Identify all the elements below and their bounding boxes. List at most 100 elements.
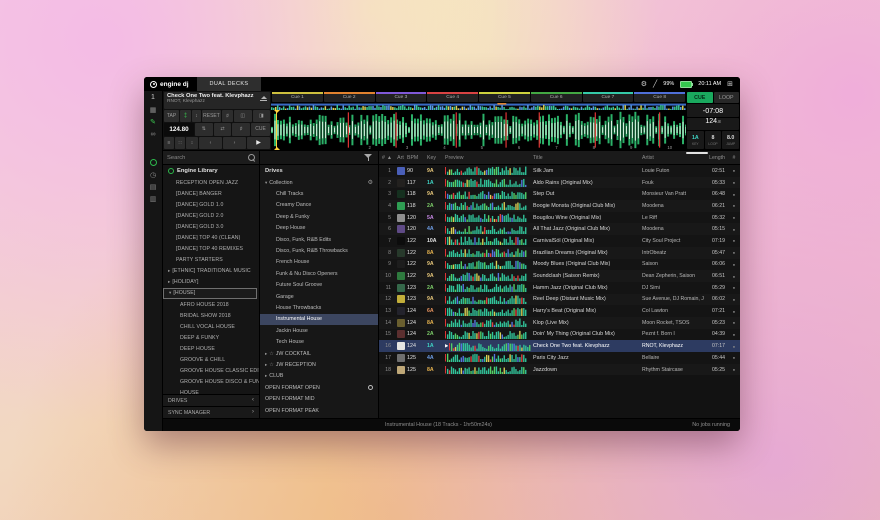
sidebar-item[interactable]: [DANCE] GOLD 2.0 xyxy=(163,210,259,221)
table-row[interactable]: 151242ADoin' My Thing (Original Club Mix… xyxy=(379,329,740,341)
sidebar-item[interactable]: [DANCE] GOLD 1.0 xyxy=(163,199,259,210)
drives-item[interactable]: ▸CLUB xyxy=(260,371,378,382)
sidebar-item[interactable]: GROOVE HOUSE CLASSIC EDITS xyxy=(163,366,259,377)
sidebar-item[interactable]: ▸[HOLIDAY] xyxy=(163,277,259,288)
track-preview[interactable] xyxy=(445,200,533,212)
cue-pad[interactable]: Cue 1 xyxy=(272,92,323,102)
play-button[interactable]: ▶ xyxy=(247,137,270,149)
tree-arrow-icon[interactable]: ▸ xyxy=(168,268,170,274)
table-row[interactable]: 51205ABougilou Wine (Original Mix)Le Rif… xyxy=(379,212,740,224)
cue-pad[interactable]: Cue 4 xyxy=(427,92,478,102)
sidebar-item[interactable]: PARTY STARTERS xyxy=(163,255,259,266)
sidebar-item[interactable]: [DANCE] TOP 40 (CLEAN) xyxy=(163,232,259,243)
sidebar-item[interactable]: BRIDAL SHOW 2018 xyxy=(163,310,259,321)
track-preview[interactable] xyxy=(445,282,533,294)
cue-pad[interactable]: Cue 5 xyxy=(479,92,530,102)
key-sync-icon[interactable]: ♯ xyxy=(232,123,250,135)
tree-arrow-icon[interactable]: ▸ xyxy=(265,351,267,357)
tap-button[interactable]: TAP xyxy=(164,110,179,122)
drives-item[interactable]: Funk & Nu Disco Openers xyxy=(260,268,378,279)
sidebar-item[interactable]: GROOVE HOUSE DISCO & FUNK xyxy=(163,377,259,388)
table-row[interactable]: 91229AMoody Blues (Original Club Mix)Sai… xyxy=(379,259,740,271)
loop-mode-button[interactable]: LOOP xyxy=(714,92,740,103)
edit-pen-icon[interactable]: ╱ xyxy=(653,81,657,88)
search-input[interactable] xyxy=(167,155,248,161)
drives-item[interactable]: Jackin House xyxy=(260,325,378,336)
sidebar-item[interactable]: DEEP & FUNKY xyxy=(163,332,259,343)
table-row[interactable]: 81228ABrazilian Dreams (Original Mix)Int… xyxy=(379,247,740,259)
drives-item[interactable]: Deep & Funky xyxy=(260,211,378,222)
gear-icon[interactable]: ⚙ xyxy=(368,179,373,186)
track-preview[interactable] xyxy=(445,188,533,200)
drives-item[interactable]: House Throwbacks xyxy=(260,302,378,313)
table-row[interactable]: 111232AHamm Jazz (Original Club Mix)DJ S… xyxy=(379,282,740,294)
table-row[interactable]: 712210ACarnivalSól (Original Mix)City So… xyxy=(379,235,740,247)
drives-item[interactable]: Future Soul Groove xyxy=(260,280,378,291)
cue-pad[interactable]: Cue 6 xyxy=(531,92,582,102)
drives-item[interactable]: OPEN FORMAT OPEN xyxy=(260,382,378,393)
sidebar-item[interactable]: [DANCE] BANGER xyxy=(163,188,259,199)
search-bar[interactable] xyxy=(163,151,259,165)
track-preview[interactable] xyxy=(445,212,533,224)
table-row[interactable]: 61204AAll That Jazz (Original Club Mix)M… xyxy=(379,223,740,235)
table-row[interactable]: 21171AAldo Rains (Original Mix)Fouk05:33… xyxy=(379,177,740,189)
table-row[interactable]: 141248AKlop (Live Mix)Moon Rocket, TSOS0… xyxy=(379,317,740,329)
sidebar-item[interactable]: ▸[ETHNIC] TRADITIONAL MUSIC xyxy=(163,266,259,277)
beatjump-back-button[interactable]: ‹ xyxy=(199,137,222,149)
jump-size-readout[interactable]: 8.0 JUMP xyxy=(722,131,739,149)
cue-pad[interactable]: Cue 8 xyxy=(634,92,685,102)
sidebar-item[interactable]: [DANCE] TOP 40 REMIXES xyxy=(163,244,259,255)
drives-item[interactable]: Creamy Dance xyxy=(260,200,378,211)
track-preview[interactable]: ▶ xyxy=(445,340,533,352)
collapse-icon[interactable]: ‹ xyxy=(252,397,254,404)
horizontal-scrollbar-thumb[interactable] xyxy=(686,152,708,154)
track-preview[interactable] xyxy=(445,259,533,271)
drives-item[interactable]: ▾Collection⚙ xyxy=(260,177,378,188)
slip-icon[interactable]: ≡ xyxy=(164,137,174,149)
track-preview[interactable] xyxy=(445,305,533,317)
fullscreen-icon[interactable]: ⊞ xyxy=(727,81,733,88)
table-row[interactable]: 171254AParis City JazzBellaire05:44● xyxy=(379,352,740,364)
overview-waveform[interactable] xyxy=(271,103,686,110)
table-row[interactable]: 161241A▶Check One Two feat. KlevphazzRNO… xyxy=(379,340,740,352)
track-preview[interactable] xyxy=(445,317,533,329)
table-row[interactable]: 131246AHarry's Beat (Original Mix)Col La… xyxy=(379,305,740,317)
track-preview[interactable] xyxy=(445,294,533,306)
settings-gear-icon[interactable]: ⚙ xyxy=(641,81,647,88)
quantize-icon[interactable]: ∷ xyxy=(175,137,185,149)
loop-size-readout[interactable]: 8 LOOP xyxy=(705,131,722,149)
track-preview[interactable] xyxy=(445,177,533,189)
sidebar-item[interactable]: GROOVE & CHILL xyxy=(163,355,259,366)
track-preview[interactable] xyxy=(445,352,533,364)
loop-mode-icon[interactable]: ∞ xyxy=(151,131,156,138)
track-preview[interactable] xyxy=(445,364,533,376)
column-length[interactable]: Length xyxy=(704,155,728,161)
table-row[interactable]: 181258AJazzdownRhythm Staircase05:25● xyxy=(379,364,740,376)
expand-icon[interactable]: › xyxy=(252,409,254,416)
drives-item[interactable]: ▸☆JW RECEPTION xyxy=(260,359,378,370)
beatjump-size-icon[interactable]: ↕ xyxy=(186,137,198,149)
engine-library-header[interactable]: Engine Library xyxy=(163,165,259,177)
cue-pad[interactable]: Cue 3 xyxy=(376,92,427,102)
keylock-icon[interactable]: ♯ xyxy=(222,110,233,122)
main-waveform[interactable]: 2345678910 xyxy=(271,110,686,150)
sync-icon[interactable]: ⇄ xyxy=(214,123,232,135)
drives-item[interactable]: Disco, Funk, R&B Throwbacks xyxy=(260,245,378,256)
column-bpm[interactable]: BPM xyxy=(407,155,427,161)
drives-item[interactable]: French House xyxy=(260,257,378,268)
filter-funnel-icon[interactable] xyxy=(364,154,372,161)
drives-item[interactable]: ▸THROWBACKS xyxy=(260,416,378,418)
tree-arrow-icon[interactable]: ▸ xyxy=(265,362,267,368)
column-preview[interactable]: Preview xyxy=(445,155,533,161)
drives-item[interactable]: Disco, Funk, R&B Edits xyxy=(260,234,378,245)
tree-arrow-icon[interactable]: ▾ xyxy=(265,180,267,186)
sidebar-item[interactable]: RECEPTION OPEN JAZZ xyxy=(163,177,259,188)
column-art[interactable]: Art xyxy=(394,155,407,161)
track-preview[interactable] xyxy=(445,270,533,282)
reset-button[interactable]: RESET xyxy=(202,110,221,122)
table-row[interactable]: 121239AReel Deep (Distant Music Mix)Sue … xyxy=(379,294,740,306)
column-key[interactable]: Key xyxy=(427,155,445,161)
drives-item[interactable]: ▸☆JW COCKTAIL xyxy=(260,348,378,359)
pitch-range-icon[interactable]: ↕ xyxy=(192,110,201,122)
drives-item[interactable]: OPEN FORMAT PEAK xyxy=(260,405,378,416)
